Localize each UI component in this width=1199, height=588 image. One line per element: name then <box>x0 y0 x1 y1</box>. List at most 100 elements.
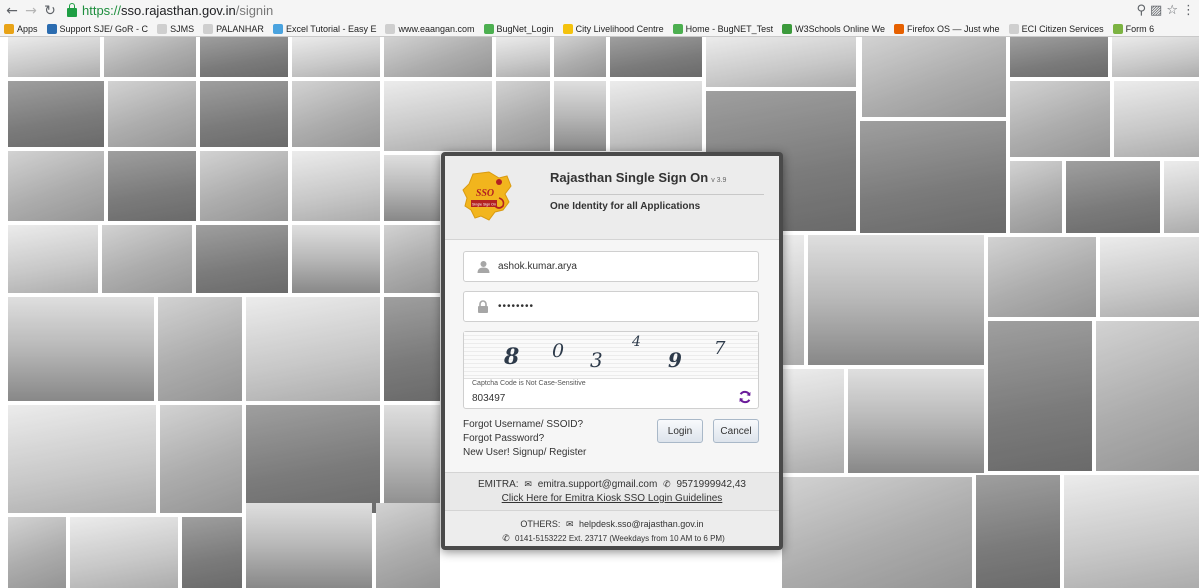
bookmark-item[interactable]: www.eaangan.com <box>385 24 475 34</box>
emitra-label: EMITRA: <box>478 479 519 490</box>
bookmark-item[interactable]: BugNet_Login <box>483 24 554 34</box>
toolbar-actions: ⚲ ▨ ☆ ⋮ <box>1137 3 1195 18</box>
apps-grid-icon <box>4 24 14 34</box>
captcha-digit: 4 <box>632 334 641 350</box>
bookmark-favicon-icon <box>46 24 57 34</box>
bookmark-item[interactable]: SJMS <box>157 24 194 34</box>
captcha-digit: 8 <box>504 344 520 370</box>
others-phone: 0141-5153222 Ext. 23717 <box>515 534 608 543</box>
email-icon: ✉ <box>524 480 532 490</box>
captcha-image: 8 0 3 4 9 7 <box>464 332 758 379</box>
captcha-hint: Captcha Code is Not Case-Sensitive <box>472 380 586 387</box>
password-field[interactable]: •••••••• <box>463 291 759 322</box>
bookmark-item[interactable]: Apps <box>4 24 38 34</box>
modal-body: SSO Single Sign On Rajasthan Single Sign… <box>445 156 779 546</box>
bookmark-favicon-icon <box>157 24 168 34</box>
url-scheme: https:// <box>82 3 122 18</box>
bookmark-label: City Livelihood Centre <box>575 24 664 34</box>
refresh-captcha-icon[interactable] <box>738 390 752 404</box>
others-hours: (Weekdays from 10 AM to 6 PM) <box>609 534 725 543</box>
bookmark-item[interactable]: Firefox OS — Just whe <box>894 24 1000 34</box>
forgot-password-link[interactable]: Forgot Password? <box>463 432 586 446</box>
sso-login-modal: SSO Single Sign On Rajasthan Single Sign… <box>441 152 783 550</box>
cancel-button[interactable]: Cancel <box>713 419 759 443</box>
bookmark-label: Apps <box>17 24 38 34</box>
captcha-input[interactable]: 803497 <box>472 393 505 404</box>
bookmark-item[interactable]: Home - BugNET_Test <box>672 24 774 34</box>
emitra-phone: 9571999942,43 <box>676 479 746 490</box>
captcha-panel: 8 0 3 4 9 7 Captcha Code is Not Case-Sen… <box>463 331 759 409</box>
bookmark-label: SJMS <box>170 24 195 34</box>
browser-toolbar: ← → ↻ https:// sso.rajasthan.gov.in /sig… <box>0 0 1199 37</box>
others-email-row: OTHERS: ✉ helpdesk.sso@rajasthan.gov.in <box>445 517 779 532</box>
bookmark-label: Excel Tutorial - Easy E <box>285 24 377 34</box>
bookmark-label: PALANHAR <box>216 24 264 34</box>
bookmark-label: W3Schools Online We <box>795 24 886 34</box>
phone-icon: ✆ <box>663 480 671 490</box>
password-value: •••••••• <box>498 301 535 312</box>
svg-text:SSO: SSO <box>476 188 494 199</box>
url-host: sso.rajasthan.gov.in <box>121 3 236 18</box>
emitra-contact-row: EMITRA: ✉ emitra.support@gmail.com ✆ 957… <box>445 478 779 492</box>
rajasthan-sso-logo: SSO Single Sign On <box>462 171 512 221</box>
bookmark-favicon-icon <box>1008 24 1019 34</box>
bookmark-label: ECI Citizen Services <box>1021 24 1104 34</box>
bookmark-label: www.eaangan.com <box>398 24 475 34</box>
bookmark-label: Firefox OS — Just whe <box>907 24 1000 34</box>
login-button[interactable]: Login <box>657 419 703 443</box>
captcha-digit: 0 <box>552 340 565 362</box>
star-icon[interactable]: ☆ <box>1166 3 1178 18</box>
forgot-username-link[interactable]: Forgot Username/ SSOID? <box>463 418 586 432</box>
bookmarks-bar: Apps Support SJE/ GoR - C SJMS PALANHAR Exce… <box>0 21 1199 37</box>
others-label: OTHERS: <box>520 519 561 529</box>
emitra-guidelines-link[interactable]: Click Here for Emitra Kiosk SSO Login Gu… <box>445 492 779 506</box>
bookmark-favicon-icon <box>894 24 905 34</box>
lock-icon <box>67 2 77 17</box>
bookmark-label: Support SJE/ GoR - C <box>59 24 149 34</box>
username-value: ashok.kumar.arya <box>498 261 577 272</box>
emitra-email: emitra.support@gmail.com <box>537 479 658 490</box>
help-links: Forgot Username/ SSOID? Forgot Password?… <box>463 418 586 460</box>
key-icon[interactable]: ⚲ <box>1137 3 1147 18</box>
bookmark-item[interactable]: Form 6 <box>1112 24 1155 34</box>
bookmark-favicon-icon <box>203 24 214 34</box>
svg-text:Single Sign On: Single Sign On <box>472 203 496 207</box>
reload-icon[interactable]: ↻ <box>42 3 58 19</box>
address-bar[interactable]: https:// sso.rajasthan.gov.in /signin <box>65 2 1137 20</box>
bookmark-item[interactable]: W3Schools Online We <box>782 24 885 34</box>
email-icon: ✉ <box>565 520 574 530</box>
captcha-digit: 9 <box>668 348 682 372</box>
bookmark-item[interactable]: Support SJE/ GoR - C <box>46 24 149 34</box>
captcha-digit: 7 <box>714 338 726 359</box>
app-title: Rajasthan Single Sign On v 3.9 <box>550 170 727 185</box>
others-phone-row: ✆ 0141-5153222 Ext. 23717 (Weekdays from… <box>445 532 779 546</box>
phone-icon: ✆ <box>502 534 510 544</box>
bookmark-label: Home - BugNET_Test <box>685 24 774 34</box>
url-path: /signin <box>235 3 274 18</box>
bookmark-favicon-icon <box>272 24 283 34</box>
bookmark-label: Form 6 <box>1125 24 1155 34</box>
modal-header: SSO Single Sign On Rajasthan Single Sign… <box>445 156 779 240</box>
user-icon <box>476 260 490 274</box>
bookmark-favicon-icon <box>385 24 396 34</box>
app-tagline: One Identity for all Applications <box>550 201 701 212</box>
bookmark-label: BugNet_Login <box>496 24 554 34</box>
translate-icon[interactable]: ▨ <box>1150 3 1162 18</box>
signup-link[interactable]: New User! Signup/ Register <box>463 446 586 460</box>
others-email: helpdesk.sso@rajasthan.gov.in <box>579 519 704 529</box>
username-field[interactable]: ashok.kumar.arya <box>463 251 759 282</box>
forward-arrow-icon[interactable]: → <box>23 3 39 19</box>
app-version: v 3.9 <box>711 177 727 184</box>
back-arrow-icon[interactable]: ← <box>4 3 20 19</box>
others-support-section: OTHERS: ✉ helpdesk.sso@rajasthan.gov.in … <box>445 510 779 546</box>
bookmark-favicon-icon <box>483 24 494 34</box>
title-divider <box>550 194 764 195</box>
bookmark-item[interactable]: ECI Citizen Services <box>1008 24 1104 34</box>
bookmark-item[interactable]: PALANHAR <box>203 24 264 34</box>
bookmark-favicon-icon <box>782 24 793 34</box>
bookmark-item[interactable]: Excel Tutorial - Easy E <box>272 24 377 34</box>
bookmark-favicon-icon <box>1112 24 1123 34</box>
navigation-row: ← → ↻ https:// sso.rajasthan.gov.in /sig… <box>0 0 1199 21</box>
bookmark-item[interactable]: City Livelihood Centre <box>562 24 664 34</box>
menu-icon[interactable]: ⋮ <box>1182 3 1195 18</box>
